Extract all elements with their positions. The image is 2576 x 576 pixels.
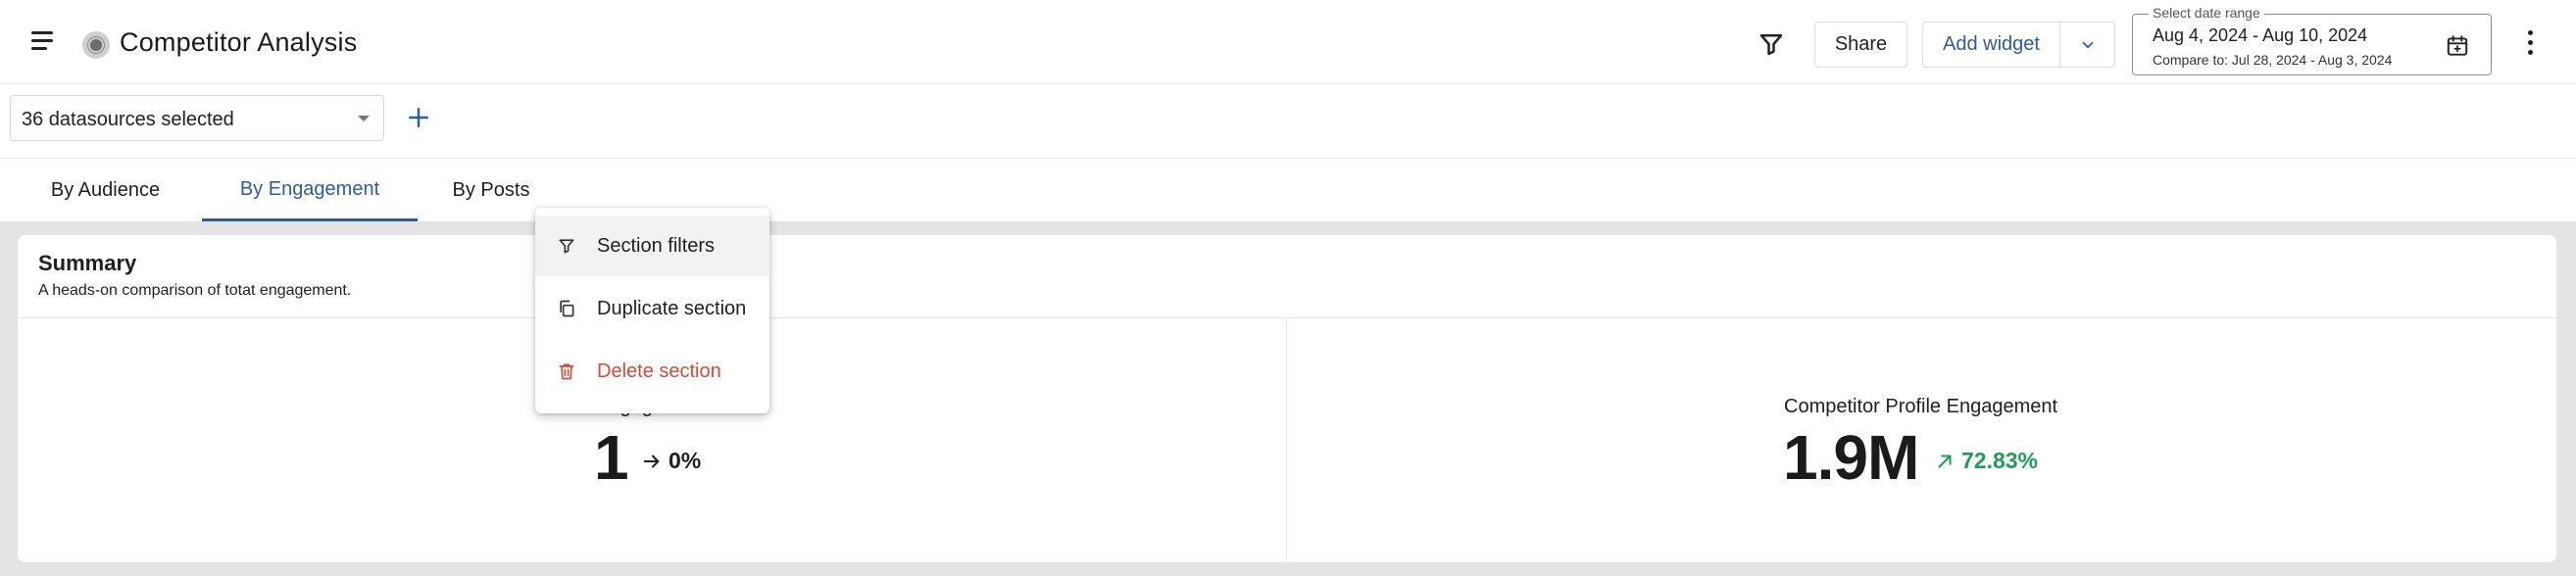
datasource-select[interactable]: 36 datasources selected	[10, 95, 384, 141]
date-range-picker[interactable]: Select date range Aug 4, 2024 - Aug 10, …	[2132, 5, 2492, 75]
metric-change-value: 0%	[669, 448, 702, 473]
metric-change: 72.83%	[1934, 448, 2038, 474]
menu-icon[interactable]	[31, 29, 57, 51]
trash-icon	[559, 363, 574, 380]
add-widget-button[interactable]: Add widget	[1922, 22, 2060, 68]
tab-by-engagement[interactable]: By Engagement	[202, 160, 418, 221]
metric-value: 1.9M	[1783, 422, 1919, 493]
metric-label: Competitor Profile Engagement	[1784, 396, 2058, 417]
section-title: Summary	[38, 251, 137, 275]
datasource-select-value: 36 datasources selected	[22, 109, 234, 130]
metric-change: 0%	[641, 448, 701, 474]
app-header: Competitor Analysis Share Add widget Sel…	[0, 0, 2576, 84]
datasource-bar: 36 datasources selected	[0, 85, 2576, 159]
more-options-icon[interactable]	[2519, 27, 2543, 59]
date-range-compare: Compare to: Jul 28, 2024 - Aug 3, 2024	[2153, 52, 2393, 68]
tab-by-audience[interactable]: By Audience	[29, 160, 181, 221]
metric-change-value: 72.83%	[1961, 448, 2039, 473]
arrow-right-icon	[643, 454, 660, 468]
add-icon[interactable]	[404, 103, 433, 132]
logo-icon	[82, 31, 110, 59]
add-widget-dropdown-button[interactable]	[2059, 22, 2115, 68]
date-range-legend: Select date range	[2149, 5, 2264, 21]
filter-icon[interactable]	[1757, 29, 1786, 59]
divider	[18, 317, 2556, 318]
menu-item-label: Delete section	[597, 360, 721, 382]
caret-down-icon	[358, 116, 370, 121]
section-subtitle: A heads-on comparison of totat engagemen…	[38, 282, 352, 299]
page-title: Competitor Analysis	[120, 27, 358, 57]
chevron-down-icon	[2082, 41, 2093, 48]
menu-item-label: Section filters	[597, 234, 716, 257]
copy-icon	[560, 300, 574, 317]
section-context-menu: Section filters Duplicate section Delete…	[535, 208, 769, 413]
metric-value: 1	[594, 422, 629, 493]
menu-item-delete-section[interactable]: Delete section	[535, 341, 769, 402]
menu-item-label: Duplicate section	[597, 297, 747, 319]
tab-by-posts[interactable]: By Posts	[437, 160, 545, 221]
menu-item-duplicate-section[interactable]: Duplicate section	[535, 278, 769, 339]
column-divider	[1286, 317, 1287, 562]
calendar-icon[interactable]	[2445, 33, 2470, 59]
filter-icon	[559, 239, 574, 254]
menu-item-section-filters[interactable]: Section filters	[535, 216, 769, 276]
arrow-up-right-icon	[1938, 454, 1952, 468]
date-range-value: Aug 4, 2024 - Aug 10, 2024	[2153, 25, 2368, 45]
share-button[interactable]: Share	[1814, 22, 1907, 68]
summary-card: Summary A heads-on comparison of totat e…	[18, 235, 2556, 562]
section-tabs: By Audience By Engagement By Posts	[0, 160, 2576, 221]
